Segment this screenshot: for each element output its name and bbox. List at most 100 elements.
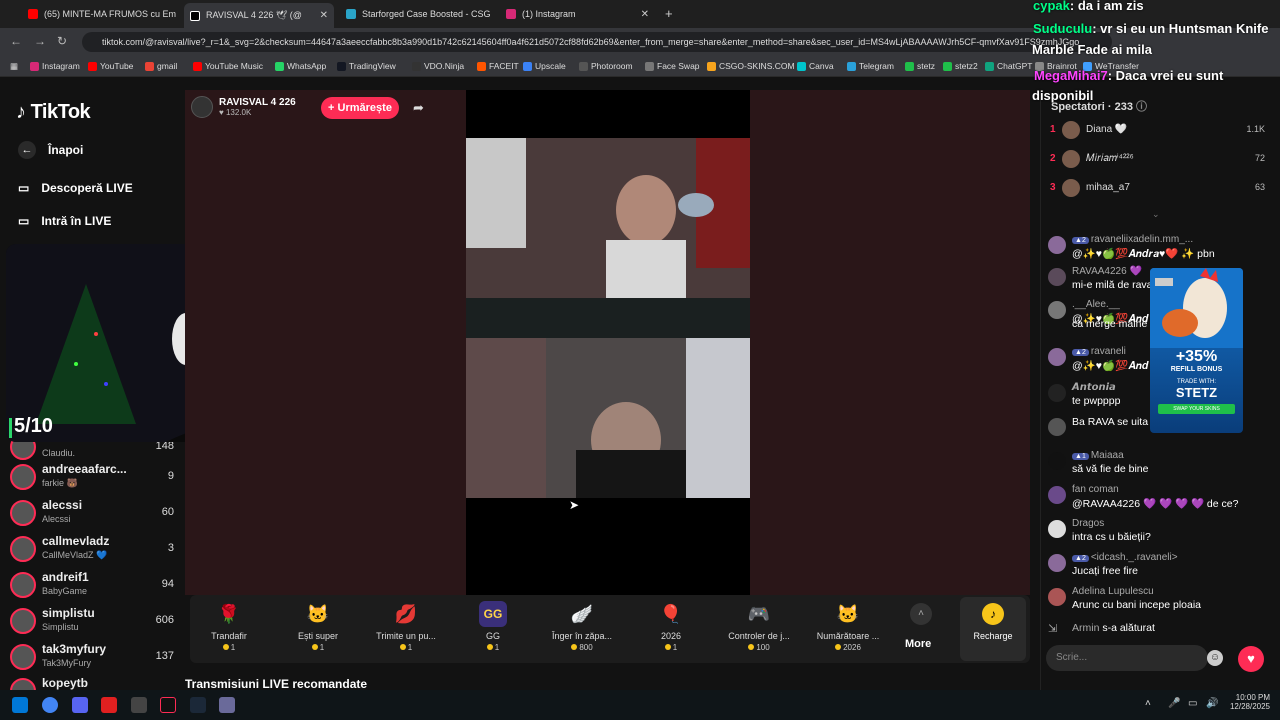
chat-message[interactable]: ▲2 <idcash._.ravaneli> Jucați free fire xyxy=(1048,552,1273,582)
chat-input[interactable]: Scrie... xyxy=(1046,645,1208,671)
bookmark-label: WhatsApp xyxy=(287,61,327,71)
tray-chevron-icon[interactable]: ˄ xyxy=(1145,698,1151,709)
back-label: Înapoi xyxy=(48,143,84,157)
tab-tiktok[interactable]: RAVISVAL 4 226 🕊 (@ ✕ xyxy=(184,3,334,28)
chrome-icon[interactable] xyxy=(42,697,58,713)
stetz-advertisement[interactable]: +35% REFILL BONUS TRADE WITH: STETZ SWAP… xyxy=(1150,268,1243,433)
gift-price: 800 xyxy=(579,643,593,652)
chat-message[interactable]: ▲1 Maiaaa să vă fie de bine xyxy=(1048,450,1273,480)
bookmark-label: stetz xyxy=(917,61,935,71)
gift-name: Înger în zăpa... xyxy=(551,631,613,641)
chat-message[interactable]: fan coman @RAVAA4226 💜 💜 💜 💜 de ce? xyxy=(1048,484,1273,514)
bookmark-item[interactable]: VDO.Ninja xyxy=(412,61,464,71)
nav-enter-live[interactable]: ▭ Intră în LIVE xyxy=(18,214,111,228)
bookmark-item[interactable]: Telegram xyxy=(847,61,894,71)
apps-grid-icon[interactable]: ▦ xyxy=(10,61,18,72)
close-tab-icon[interactable]: ✕ xyxy=(641,9,649,20)
creator-list-item[interactable]: andreeaafarc... farkie 🐻 9 xyxy=(10,460,180,496)
creator-list-item[interactable]: simplistu Simplistu 606 xyxy=(10,604,180,640)
gift-price: 1 xyxy=(672,643,678,652)
gift-item[interactable]: 💋 Trimite un pu... 1 xyxy=(371,601,441,653)
creator-list-item[interactable]: callmevladz CallMeVladZ 💙 3 xyxy=(10,532,180,568)
forward-arrow-icon[interactable]: → xyxy=(34,34,46,48)
gift-item[interactable]: 🐱 Ești super 1 xyxy=(283,601,353,653)
like-heart-icon[interactable]: ♥ xyxy=(1238,646,1264,672)
creator-list-item[interactable]: alecssi Alecssi 60 xyxy=(10,496,180,532)
back-arrow-icon[interactable]: ← xyxy=(10,34,22,48)
bookmark-item[interactable]: stetz2 xyxy=(943,61,978,71)
recharge-button[interactable]: ♪ Recharge xyxy=(960,597,1026,661)
more-gifts-button[interactable]: More xyxy=(905,638,931,650)
bookmark-item[interactable]: WhatsApp xyxy=(275,61,326,71)
reload-icon[interactable]: ↻ xyxy=(57,34,67,48)
youtube-app-icon[interactable] xyxy=(101,697,117,713)
bookmark-item[interactable]: gmail xyxy=(145,61,177,71)
close-tab-icon[interactable]: ✕ xyxy=(320,10,328,21)
chevron-down-icon[interactable]: ⌄ xyxy=(1152,209,1160,220)
bookmark-item[interactable]: Photoroom xyxy=(579,61,633,71)
creator-subtitle: BabyGame xyxy=(42,586,88,596)
creator-list-item[interactable]: tak3myfury Tak3MyFury 137 xyxy=(10,640,180,676)
gift-item[interactable]: 🌹 Trandafir 1 xyxy=(194,601,264,653)
volume-icon[interactable]: 🔊 xyxy=(1206,698,1218,709)
tab-starforged[interactable]: Starforged Case Boosted - CSG ✕ xyxy=(340,4,496,24)
network-icon[interactable]: ▭ xyxy=(1188,698,1197,709)
nav-discover-live[interactable]: ▭ Descoperă LIVE xyxy=(18,181,133,195)
share-icon[interactable]: ➦ xyxy=(413,100,424,116)
video-player[interactable] xyxy=(466,90,750,595)
chat-message[interactable]: Adelina Lupulescu Arunc cu bani incepe pl… xyxy=(1048,586,1273,616)
chat-text: @RAVAA4226 💜 💜 💜 💜 de ce? xyxy=(1072,498,1239,510)
clock[interactable]: 10:00 PM 12/28/2025 xyxy=(1226,693,1270,711)
windows-start-icon[interactable] xyxy=(12,697,28,713)
emoji-icon[interactable]: ☺ xyxy=(1207,650,1223,666)
viewer-name: 𝑀𝑖𝑟𝑖𝑎𝑚ⁱ⁴²²⁶ xyxy=(1086,153,1134,164)
obs-icon[interactable] xyxy=(131,697,147,713)
gift-item[interactable]: 🐱 Numărătoare ... 2026 xyxy=(813,601,883,653)
level-badge: ▲1 xyxy=(1072,453,1089,460)
creator-avatar xyxy=(10,536,36,562)
top-viewer-row[interactable]: 2 𝑀𝑖𝑟𝑖𝑎𝑚ⁱ⁴²²⁶ 72 xyxy=(1050,149,1265,171)
back-link[interactable]: ← Înapoi xyxy=(18,141,83,159)
bookmark-item[interactable]: TradingView xyxy=(337,61,396,71)
bookmark-item[interactable]: YouTube xyxy=(88,61,133,71)
chat-message[interactable]: ▲2 ravaneliixadelin.mm_... @✨♥🍏💯𝑨𝒏𝒅𝒓𝒂♥❤️ ✨… xyxy=(1048,234,1273,264)
discord-icon[interactable] xyxy=(72,697,88,713)
url-field[interactable]: tiktok.com/@ravisval/live?_r=1&_svg=2&ch… xyxy=(82,32,1112,52)
bookmark-item[interactable]: Canva xyxy=(797,61,834,71)
back-arrow-icon: ← xyxy=(18,141,36,159)
app-icon[interactable] xyxy=(219,697,235,713)
follow-button[interactable]: + Urmărește xyxy=(321,97,399,119)
bookmark-item[interactable]: FACEIT xyxy=(477,61,519,71)
bookmark-item[interactable]: stetz xyxy=(905,61,935,71)
chat-text: intra cs u băieții? xyxy=(1072,531,1151,543)
host-avatar[interactable] xyxy=(191,96,213,118)
clock-time: 10:00 PM xyxy=(1235,693,1270,702)
bookmark-item[interactable]: Upscale xyxy=(523,61,566,71)
host-name[interactable]: RAVISVAL 4 226 xyxy=(219,97,296,108)
microphone-icon[interactable]: 🎤 xyxy=(1168,698,1180,709)
chat-message[interactable]: Dragos intra cs u băieții? xyxy=(1048,518,1273,548)
bookmark-item[interactable]: Instagram xyxy=(30,61,80,71)
bookmark-label: ChatGPT xyxy=(997,61,1033,71)
top-viewer-row[interactable]: 1 Diana 🤍 1.1K xyxy=(1050,120,1265,142)
bookmark-item[interactable]: ChatGPT xyxy=(985,61,1032,71)
bookmark-item[interactable]: CSGO-SKINS.COM xyxy=(707,61,795,71)
bookmark-item[interactable]: Face Swap xyxy=(645,61,700,71)
gift-item[interactable]: 🎮 Controler de j... 100 xyxy=(724,601,794,653)
tiktok-logo[interactable]: ♪ TikTok xyxy=(16,101,91,124)
steam-icon[interactable] xyxy=(190,697,206,713)
gift-item[interactable]: GG GG 1 xyxy=(458,601,528,652)
tab-youtube[interactable]: (65) MINTE-MA FRUMOS cu Em ✕ xyxy=(22,4,182,24)
creator-viewer-count: 3 xyxy=(167,542,174,554)
viewer-avatar xyxy=(1062,150,1080,168)
top-viewer-row[interactable]: 3 mihaa_a7 63 xyxy=(1050,178,1265,200)
chevron-up-icon[interactable]: ˄ xyxy=(910,603,932,625)
creator-list-item[interactable]: andreif1 BabyGame 94 xyxy=(10,568,180,604)
tiktok-app-icon[interactable] xyxy=(160,697,176,713)
gift-item[interactable]: 🪽 Înger în zăpa... 800 xyxy=(547,601,617,653)
tab-instagram[interactable]: (1) Instagram ✕ xyxy=(500,4,655,24)
chat-username-line: ▲1 Maiaaa xyxy=(1072,450,1124,461)
gift-item[interactable]: 🎈 2026 1 xyxy=(636,601,706,653)
new-tab-icon[interactable]: + xyxy=(665,6,673,21)
bookmark-item[interactable]: YouTube Music xyxy=(193,61,263,71)
